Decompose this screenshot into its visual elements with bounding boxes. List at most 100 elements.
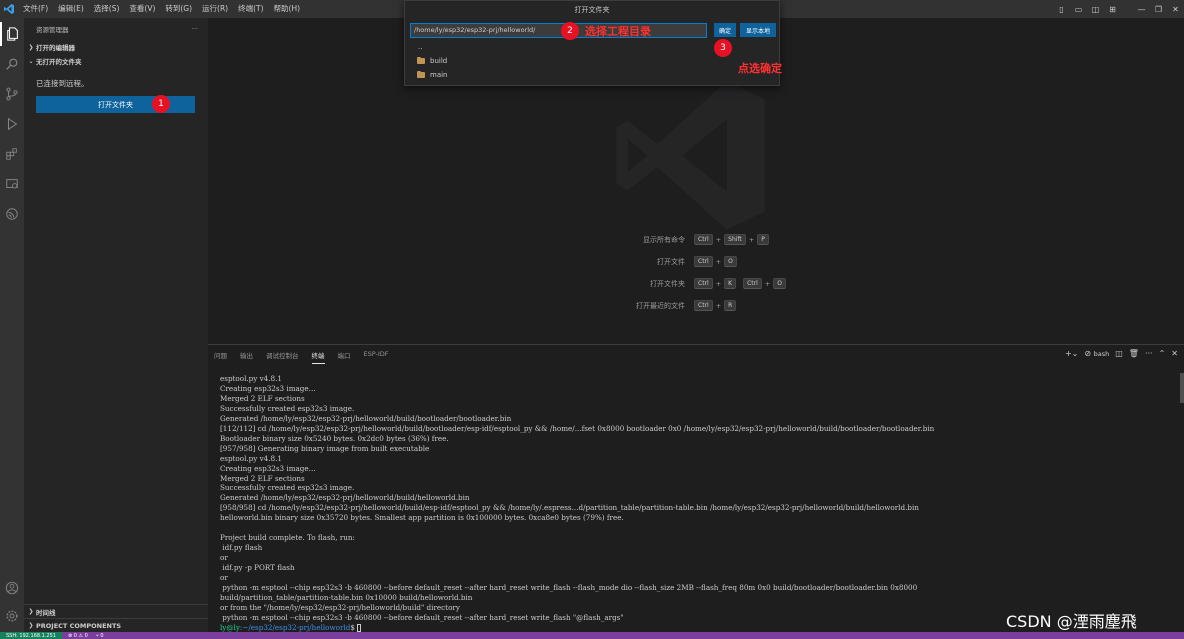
- minimize-button[interactable]: —: [1133, 5, 1150, 14]
- menu-item[interactable]: 查看(V): [124, 0, 160, 18]
- problems-indicator[interactable]: ⊗ 0 ⚠ 0: [68, 633, 88, 639]
- bash-icon: ⊘: [1084, 349, 1092, 358]
- close-panel-icon[interactable]: ✕: [1171, 349, 1178, 358]
- key-separator: +: [715, 301, 722, 310]
- menu-item[interactable]: 帮助(H): [269, 0, 306, 18]
- panel-tab[interactable]: 问题: [214, 350, 227, 364]
- chevron-right-icon: ❯: [28, 608, 34, 615]
- dialog-title: 打开文件夹: [574, 6, 610, 14]
- terminal-line: helloworld.bin binary size 0x35720 bytes…: [220, 513, 624, 523]
- new-terminal-icon[interactable]: +⌄: [1065, 349, 1078, 358]
- timeline-section[interactable]: ❯ 时间线: [24, 604, 208, 618]
- connected-remote-message: 已连接到远程。: [36, 79, 89, 88]
- account-icon[interactable]: [0, 576, 24, 600]
- project-components-section[interactable]: ❯ PROJECT COMPONENTS: [24, 618, 208, 632]
- customize-layout-icon[interactable]: ⊞: [1104, 5, 1121, 14]
- shortcut-row[interactable]: 打开最近的文件 Ctrl + R: [605, 300, 737, 311]
- run-debug-icon[interactable]: [0, 112, 24, 136]
- search-icon[interactable]: [0, 52, 24, 76]
- folder-item-build[interactable]: build: [417, 57, 447, 65]
- folder-item-main[interactable]: main: [417, 71, 448, 79]
- keybinding-key: R: [724, 300, 737, 311]
- explorer-icon[interactable]: [0, 22, 24, 46]
- more-actions-icon[interactable]: ···: [1145, 349, 1153, 358]
- keybinding-key: O: [773, 278, 786, 289]
- sidebar-header: 资源管理器 ···: [24, 18, 208, 40]
- terminal-line: Generated /home/ly/esp32/esp32-prj/hello…: [220, 413, 512, 423]
- shortcut-label: 打开最近的文件: [636, 301, 685, 310]
- menu-item[interactable]: 运行(R): [197, 0, 233, 18]
- panel-tab[interactable]: ESP-IDF: [364, 350, 389, 364]
- key-separator: +: [715, 257, 722, 266]
- terminal-cursor: [357, 623, 362, 632]
- more-actions-icon[interactable]: ···: [192, 25, 198, 33]
- terminal-scrollbar[interactable]: [1180, 373, 1184, 403]
- toggle-primary-sidebar-icon[interactable]: ▯: [1053, 5, 1070, 14]
- vscode-watermark-icon: [608, 73, 773, 240]
- settings-gear-icon[interactable]: [0, 604, 24, 628]
- section-label: PROJECT COMPONENTS: [36, 621, 122, 630]
- remote-indicator[interactable]: SSH: 192.168.1.251: [0, 632, 62, 639]
- ports-indicator[interactable]: ⑂ 0: [96, 633, 104, 639]
- toggle-panel-icon[interactable]: ▭: [1070, 5, 1087, 14]
- extensions-icon[interactable]: [0, 142, 24, 166]
- terminal-shell-label[interactable]: ⊘ bash: [1084, 349, 1109, 358]
- source-control-icon[interactable]: [0, 82, 24, 106]
- parent-dir-item[interactable]: ..: [418, 43, 422, 51]
- panel-tab[interactable]: 端口: [338, 350, 351, 364]
- keybinding-key: P: [757, 234, 769, 245]
- menu-item[interactable]: 文件(F): [18, 0, 53, 18]
- split-terminal-icon[interactable]: ◫: [1115, 349, 1123, 358]
- menu-item[interactable]: 转到(G): [160, 0, 197, 18]
- folder-path-input[interactable]: /home/ly/esp32/esp32-prj/helloworld/: [410, 23, 707, 38]
- shortcut-row[interactable]: 打开文件夹 Ctrl + K Ctrl + O: [605, 278, 787, 289]
- menu-item[interactable]: 选择(S): [89, 0, 125, 18]
- chevron-right-icon: ❯: [28, 622, 34, 629]
- terminal-line: Merged 2 ELF sections: [220, 393, 305, 403]
- terminal-line: Project build complete. To flash, run:: [220, 533, 355, 543]
- step-badge-3: 3: [714, 39, 732, 57]
- terminal-line: esptool.py v4.8.1: [220, 374, 282, 383]
- terminal-line: Creating esp32s3 image...: [220, 463, 316, 473]
- maximize-panel-icon[interactable]: ⌃: [1159, 349, 1166, 358]
- panel-tab[interactable]: 终端: [311, 350, 325, 364]
- list-item-label: main: [430, 71, 448, 79]
- remote-explorer-icon[interactable]: [0, 172, 24, 196]
- step-badge-2: 2: [561, 22, 579, 40]
- menu-item[interactable]: 编辑(E): [53, 0, 89, 18]
- shortcut-row[interactable]: 打开文件 Ctrl + O: [605, 256, 738, 267]
- terminal-line: Successfully created esp32s3 image.: [220, 483, 355, 493]
- toggle-secondary-sidebar-icon[interactable]: ◫: [1087, 5, 1104, 14]
- terminal-line: [957/958] Generating binary image from b…: [220, 443, 430, 453]
- section-label: 时间线: [36, 608, 56, 617]
- keybinding-key: Ctrl: [694, 256, 713, 267]
- terminal-line: esptool.py v4.8.1: [220, 453, 282, 463]
- no-folder-section[interactable]: ⌄ 无打开的文件夹: [24, 54, 208, 68]
- close-button[interactable]: ✕: [1167, 5, 1184, 14]
- menu-item[interactable]: 终端(T): [233, 0, 268, 18]
- panel-tab[interactable]: 调试控制台: [266, 350, 299, 364]
- shortcut-label: 打开文件: [657, 257, 685, 266]
- folder-icon: [417, 71, 425, 78]
- kill-terminal-icon[interactable]: 🗑: [1129, 349, 1139, 358]
- panel-tab[interactable]: 输出: [240, 350, 253, 364]
- ok-button[interactable]: 确定: [714, 23, 736, 37]
- folder-icon: [417, 57, 425, 64]
- sidebar-title: 资源管理器: [36, 26, 69, 34]
- window-controls: ▯ ▭ ◫ ⊞ — ❐ ✕: [1053, 0, 1184, 18]
- terminal-output[interactable]: esptool.py v4.8.1 Creating esp32s3 image.…: [220, 374, 1175, 633]
- keybinding-key: Ctrl: [743, 278, 762, 289]
- show-local-button[interactable]: 显示本地: [740, 23, 776, 37]
- chevron-right-icon: ❯: [28, 43, 34, 51]
- explorer-sidebar: 资源管理器 ··· ❯ 打开的编辑器 ⌄ 无打开的文件夹 已连接到远程。 打开文…: [24, 18, 208, 632]
- panel-tabs: 问题 输出 调试控制台 终端 端口 ESP-IDF: [214, 350, 402, 364]
- restore-button[interactable]: ❐: [1150, 5, 1167, 14]
- terminal-line: [958/958] cd /home/ly/esp32/esp32-prj/he…: [220, 503, 919, 513]
- terminal-line: or: [220, 553, 228, 563]
- open-folder-button[interactable]: 打开文件夹: [36, 96, 195, 113]
- esp-idf-icon[interactable]: [0, 202, 24, 226]
- key-separator: +: [748, 235, 755, 244]
- open-editors-section[interactable]: ❯ 打开的编辑器: [24, 40, 208, 54]
- shortcut-row[interactable]: 显示所有命令 Ctrl + Shift + P: [605, 234, 770, 245]
